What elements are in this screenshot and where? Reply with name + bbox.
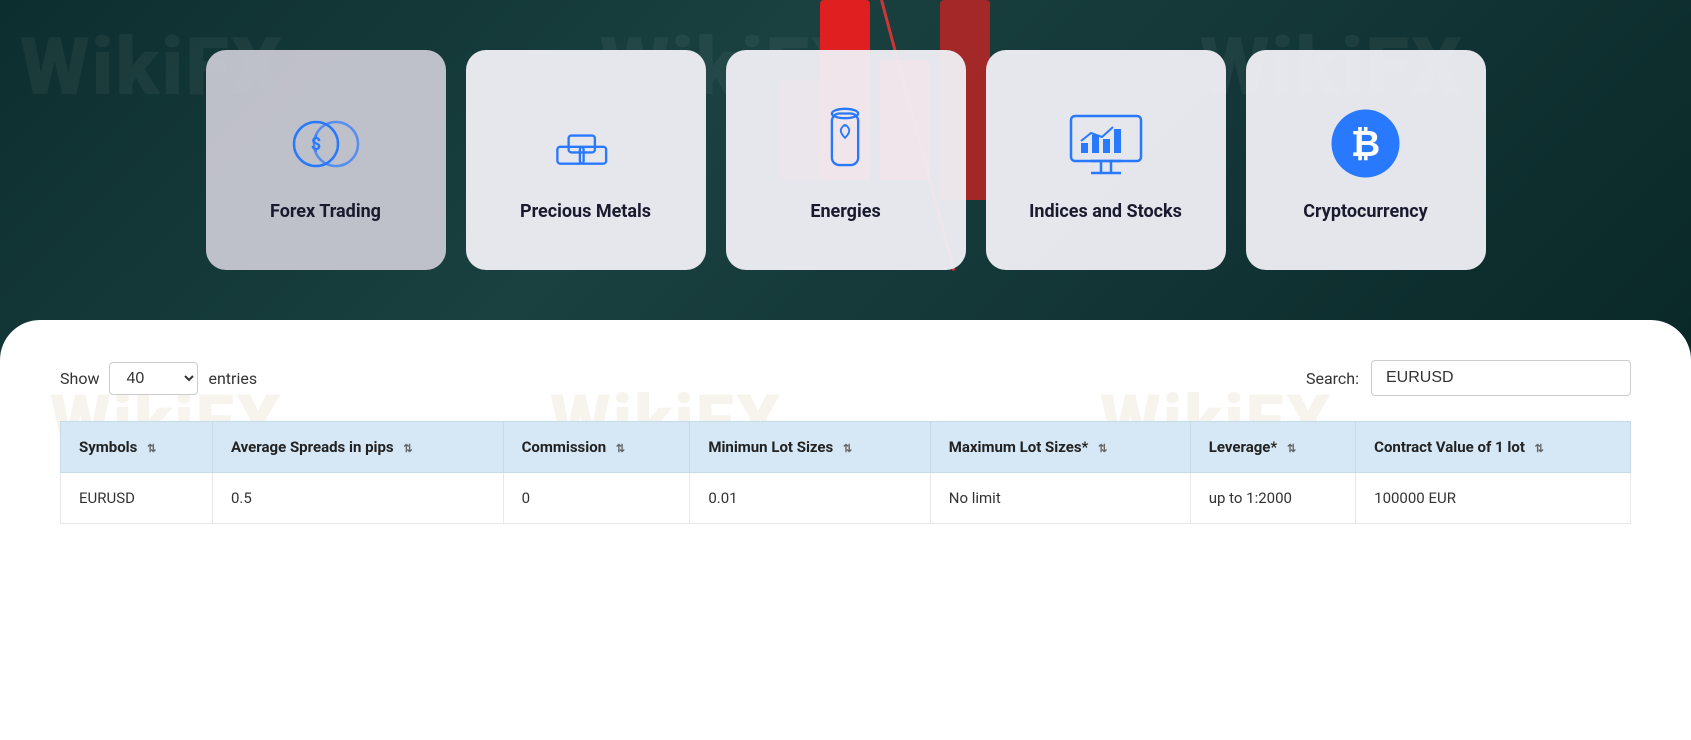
table-body: EURUSD 0.5 0 0.01 No limit up to 1:2000 … bbox=[61, 473, 1631, 524]
sort-max-lot-icon[interactable]: ⇅ bbox=[1098, 442, 1107, 455]
indices-stocks-label: Indices and Stocks bbox=[1029, 201, 1182, 222]
sort-symbols-icon[interactable]: ⇅ bbox=[147, 442, 156, 455]
table-controls: Show 10 25 40 100 entries Search: bbox=[60, 360, 1631, 396]
card-energies[interactable]: Energies bbox=[726, 50, 966, 270]
trading-table: Symbols ⇅ Average Spreads in pips ⇅ Comm… bbox=[60, 421, 1631, 524]
sort-leverage-icon[interactable]: ⇅ bbox=[1287, 442, 1296, 455]
cell-avg-spreads: 0.5 bbox=[212, 473, 503, 524]
search-input[interactable] bbox=[1371, 360, 1631, 396]
cell-leverage: up to 1:2000 bbox=[1190, 473, 1355, 524]
svg-text:$: $ bbox=[311, 134, 321, 155]
col-avg-spreads[interactable]: Average Spreads in pips ⇅ bbox=[212, 422, 503, 473]
col-symbols[interactable]: Symbols ⇅ bbox=[61, 422, 213, 473]
table-header-row: Symbols ⇅ Average Spreads in pips ⇅ Comm… bbox=[61, 422, 1631, 473]
bottom-section: WikiFX WikiFX WikiFX Show 10 25 40 100 e… bbox=[0, 320, 1691, 740]
energies-icon bbox=[806, 103, 886, 183]
card-precious-metals[interactable]: Precious Metals bbox=[466, 50, 706, 270]
col-contract-value[interactable]: Contract Value of 1 lot ⇅ bbox=[1356, 422, 1631, 473]
svg-text:₿: ₿ bbox=[1351, 123, 1380, 164]
col-leverage[interactable]: Leverage* ⇅ bbox=[1190, 422, 1355, 473]
search-label: Search: bbox=[1306, 369, 1359, 388]
cell-contract-value: 100000 EUR bbox=[1356, 473, 1631, 524]
cell-commission: 0 bbox=[503, 473, 690, 524]
card-forex-trading[interactable]: $ Forex Trading bbox=[206, 50, 446, 270]
entries-select[interactable]: 10 25 40 100 bbox=[109, 362, 198, 395]
cell-min-lot: 0.01 bbox=[690, 473, 930, 524]
top-section: WikiFX WikiFX WikiFX $ Forex Trading bbox=[0, 0, 1691, 350]
entries-label: entries bbox=[208, 369, 257, 388]
energies-label: Energies bbox=[810, 201, 880, 222]
category-cards: $ Forex Trading Precious Metals bbox=[60, 30, 1631, 290]
show-entries-control: Show 10 25 40 100 entries bbox=[60, 362, 257, 395]
col-max-lot[interactable]: Maximum Lot Sizes* ⇅ bbox=[930, 422, 1190, 473]
card-indices-stocks[interactable]: Indices and Stocks bbox=[986, 50, 1226, 270]
metals-icon bbox=[546, 103, 626, 183]
table-row: EURUSD 0.5 0 0.01 No limit up to 1:2000 … bbox=[61, 473, 1631, 524]
cell-symbols: EURUSD bbox=[61, 473, 213, 524]
sort-commission-icon[interactable]: ⇅ bbox=[616, 442, 625, 455]
sort-contract-icon[interactable]: ⇅ bbox=[1535, 442, 1544, 455]
search-box: Search: bbox=[1306, 360, 1631, 396]
show-label: Show bbox=[60, 369, 99, 388]
cell-max-lot: No limit bbox=[930, 473, 1190, 524]
forex-icon: $ bbox=[286, 103, 366, 183]
forex-trading-label: Forex Trading bbox=[270, 201, 381, 222]
cryptocurrency-label: Cryptocurrency bbox=[1303, 201, 1427, 222]
crypto-icon: ₿ bbox=[1326, 103, 1406, 183]
card-cryptocurrency[interactable]: ₿ Cryptocurrency bbox=[1246, 50, 1486, 270]
col-commission[interactable]: Commission ⇅ bbox=[503, 422, 690, 473]
indices-icon bbox=[1066, 103, 1146, 183]
sort-spreads-icon[interactable]: ⇅ bbox=[403, 442, 412, 455]
precious-metals-label: Precious Metals bbox=[520, 201, 651, 222]
col-min-lot[interactable]: Minimun Lot Sizes ⇅ bbox=[690, 422, 930, 473]
sort-min-lot-icon[interactable]: ⇅ bbox=[843, 442, 852, 455]
